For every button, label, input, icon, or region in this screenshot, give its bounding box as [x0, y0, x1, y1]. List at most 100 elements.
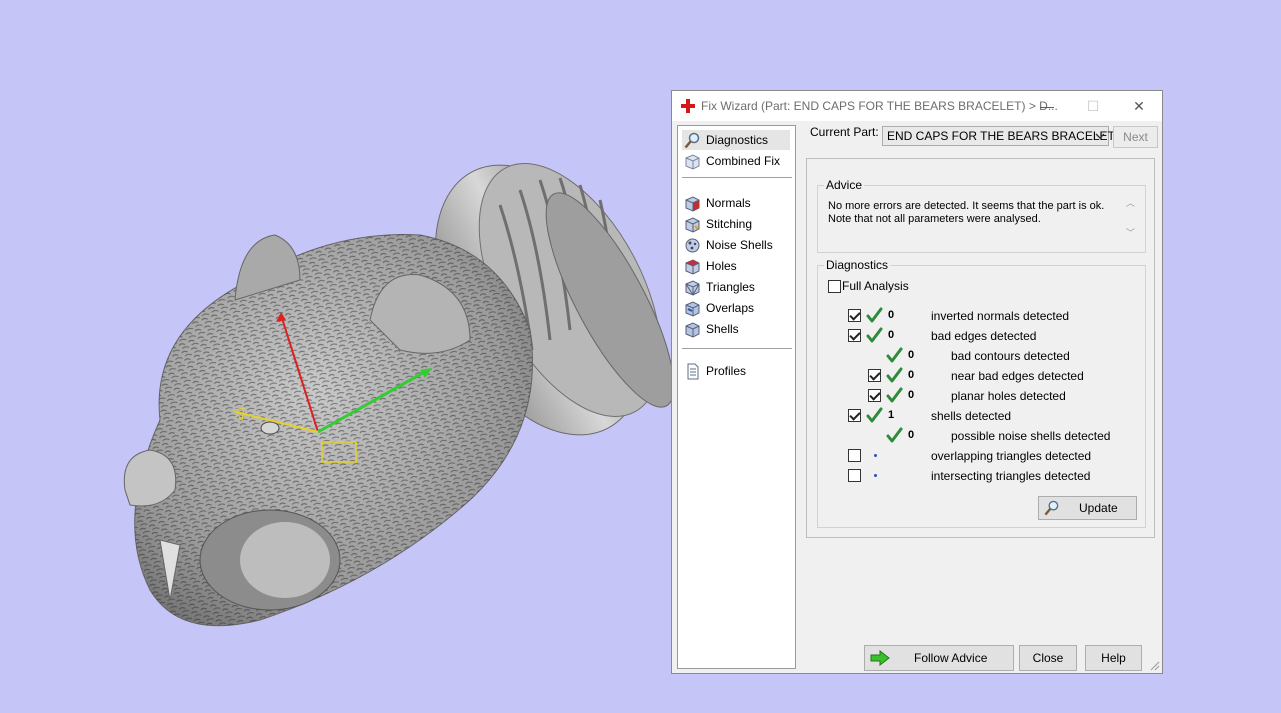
red-cross-app-icon	[681, 99, 695, 113]
green-check-icon	[866, 307, 883, 324]
sidebar-item-label: Profiles	[706, 364, 747, 378]
sidebar-item-label: Overlaps	[706, 301, 755, 315]
diagnostic-label: inverted normals detected	[931, 309, 1070, 323]
diagnostic-row: overlapping triangles detected	[818, 446, 1145, 466]
diagnostics-panel: Advice No more errors are detected. It s…	[806, 158, 1155, 538]
minimize-button[interactable]: —	[1024, 91, 1070, 121]
title-bar[interactable]: Fix Wizard (Part: END CAPS FOR THE BEARS…	[672, 91, 1162, 121]
green-check-icon	[886, 347, 903, 364]
green-check-icon	[886, 427, 903, 444]
sidebar-item-overlaps[interactable]: Overlaps	[682, 298, 790, 318]
advice-group-title: Advice	[824, 178, 865, 192]
chevron-down-icon	[1095, 133, 1105, 139]
sidebar-item-shells[interactable]: Shells	[682, 319, 790, 339]
window-title: Fix Wizard (Part: END CAPS FOR THE BEARS…	[701, 99, 1058, 113]
sidebar-item-triangles[interactable]: Triangles	[682, 277, 790, 297]
diagnostic-row: 1 shells detected	[818, 406, 1145, 426]
green-check-icon	[886, 387, 903, 404]
sidebar-item-holes[interactable]: Holes	[682, 256, 790, 276]
diagnostic-checkbox[interactable]	[848, 309, 861, 322]
sidebar-item-label: Diagnostics	[706, 133, 769, 147]
noise-shells-icon	[685, 238, 700, 253]
green-check-icon	[886, 367, 903, 384]
diagnostic-label: shells detected	[931, 409, 1012, 423]
advice-group: Advice No more errors are detected. It s…	[817, 178, 1146, 253]
advice-text: No more errors are detected. It seems th…	[828, 200, 1105, 225]
diagnostic-checkbox[interactable]	[848, 329, 861, 342]
full-analysis-checkbox[interactable]	[828, 280, 841, 293]
diagnostic-count: 0	[908, 429, 915, 441]
sidebar-item-label: Normals	[706, 196, 751, 210]
diagnostic-label: possible noise shells detected	[951, 429, 1111, 443]
sidebar-item-noise-shells[interactable]: Noise Shells	[682, 235, 790, 255]
diagnostic-count: 1	[888, 409, 895, 421]
sidebar-item-label: Stitching	[706, 217, 753, 231]
resize-grip-icon[interactable]	[1150, 661, 1160, 671]
diagnostic-count: 0	[888, 309, 895, 321]
current-part-value: END CAPS FOR THE BEARS BRACELET	[887, 129, 1115, 143]
diagnostic-row: 0 bad contours detected	[818, 346, 1145, 366]
diagnostic-label: bad contours detected	[951, 349, 1070, 363]
help-button[interactable]: Help	[1085, 645, 1142, 671]
follow-advice-button[interactable]: Follow Advice	[864, 645, 1014, 671]
sidebar-item-label: Triangles	[706, 280, 755, 294]
diagnostic-row: 0 planar holes detected	[818, 386, 1145, 406]
current-part-dropdown[interactable]: END CAPS FOR THE BEARS BRACELET	[882, 126, 1115, 146]
full-analysis-label: Full Analysis	[842, 279, 909, 293]
diagnostic-count: 0	[908, 369, 915, 381]
diagnostic-row: 0 bad edges detected	[818, 326, 1145, 346]
diagnostic-checkbox[interactable]	[848, 469, 861, 482]
cube-icon	[685, 154, 700, 170]
close-button[interactable]: Close	[1019, 645, 1077, 671]
normals-cube-icon	[685, 196, 700, 212]
holes-cube-icon	[685, 259, 700, 275]
scroll-up-arrow[interactable]: ︿	[1126, 196, 1135, 209]
diagnostic-label: near bad edges detected	[951, 369, 1084, 383]
stitching-cube-icon	[685, 217, 700, 233]
bear-head	[123, 234, 533, 627]
diagnostic-checkbox[interactable]	[848, 409, 861, 422]
fix-wizard-dialog: Fix Wizard (Part: END CAPS FOR THE BEARS…	[671, 90, 1163, 674]
diagnostic-label: planar holes detected	[951, 389, 1066, 403]
diagnostic-row: intersecting triangles detected	[818, 466, 1145, 486]
green-arrow-icon	[870, 650, 890, 666]
diagnostic-checkbox[interactable]	[868, 369, 881, 382]
diagnostic-count: 0	[888, 329, 895, 341]
scroll-down-arrow[interactable]: ﹀	[1126, 226, 1135, 239]
diagnostic-row: 0 possible noise shells detected	[818, 426, 1145, 446]
sidebar-item-label: Holes	[706, 259, 737, 273]
sidebar-item-combined-fix[interactable]: Combined Fix	[682, 151, 790, 171]
sidebar-item-diagnostics[interactable]: Diagnostics	[682, 130, 790, 150]
update-button[interactable]: Update	[1038, 496, 1137, 520]
diagnostic-count: 0	[908, 349, 915, 361]
diagnostic-checkbox[interactable]	[868, 389, 881, 402]
close-window-button[interactable]: ✕	[1116, 91, 1162, 121]
sidebar-item-label: Combined Fix	[706, 154, 781, 168]
sidebar-item-profiles[interactable]: Profiles	[682, 361, 790, 381]
sidebar-divider	[682, 348, 792, 349]
diagnostic-row: 0 inverted normals detected	[818, 306, 1145, 326]
diagnostic-label: bad edges detected	[931, 329, 1037, 343]
maximize-button[interactable]: ☐	[1070, 91, 1116, 121]
shells-cube-icon	[685, 322, 700, 338]
sidebar-item-label: Shells	[706, 322, 739, 336]
diagnostics-group-title: Diagnostics	[824, 258, 891, 272]
diagnostic-row: 0 near bad edges detected	[818, 366, 1145, 386]
follow-advice-label: Follow Advice	[914, 651, 988, 665]
sidebar-item-normals[interactable]: Normals	[682, 193, 790, 213]
green-check-icon	[866, 327, 883, 344]
diagnostic-count: 0	[908, 389, 915, 401]
document-icon	[687, 363, 699, 380]
fix-category-sidebar: Diagnostics Combined Fix Normals Stitchi…	[677, 125, 796, 669]
diagnostic-checkbox[interactable]	[848, 449, 861, 462]
sidebar-item-stitching[interactable]: Stitching	[682, 214, 790, 234]
sidebar-divider	[682, 177, 792, 178]
diagnostic-label: intersecting triangles detected	[931, 469, 1091, 483]
next-button[interactable]: Next	[1113, 126, 1158, 148]
sidebar-item-label: Noise Shells	[706, 238, 773, 252]
not-analysed-dot-icon	[874, 454, 877, 457]
update-label: Update	[1079, 501, 1118, 515]
current-part-label: Current Part:	[810, 125, 879, 139]
green-check-icon	[866, 407, 883, 424]
overlaps-cube-icon	[685, 301, 700, 317]
